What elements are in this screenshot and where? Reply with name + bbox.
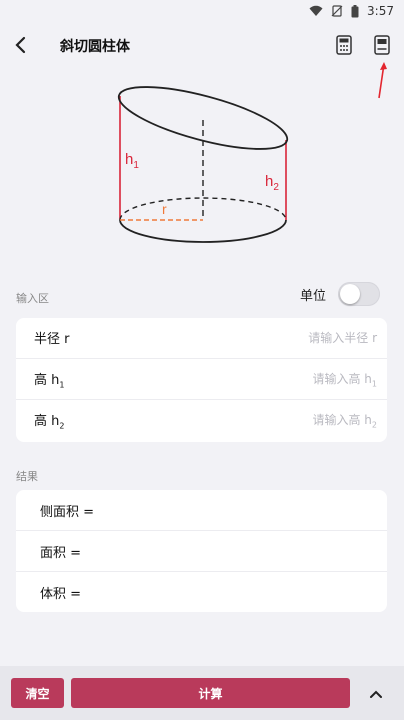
book-icon — [374, 35, 390, 55]
label-h1: h1 — [125, 151, 139, 171]
input-section-label: 输入区 — [16, 292, 49, 305]
lateral-area-row: 侧面积 = — [16, 490, 387, 531]
page-title: 斜切圆柱体 — [60, 39, 130, 55]
unit-switch-row: 单位 — [300, 282, 381, 306]
volume-label: 体积 = — [40, 587, 82, 602]
height2-label: 高 h2 — [34, 414, 65, 431]
clear-button[interactable]: 清空 — [11, 678, 64, 708]
volume-row: 体积 = — [16, 572, 387, 613]
label-r: r — [162, 201, 167, 217]
back-arrow-icon — [15, 36, 26, 54]
unit-label: 单位 — [300, 288, 327, 304]
lateral-area-label: 侧面积 = — [40, 504, 95, 520]
wifi-icon — [309, 5, 323, 16]
unit-toggle[interactable] — [338, 282, 381, 306]
no-sim-icon — [331, 5, 343, 17]
bottom-bar: 清空 计算 — [0, 666, 404, 720]
radius-row[interactable]: 半径 r 请输入半径 r — [16, 318, 387, 359]
height2-row[interactable]: 高 h2 请输入高 h2 — [16, 400, 387, 441]
app-bar: 斜切圆柱体 — [0, 22, 404, 68]
status-bar: 3:57 — [0, 0, 404, 22]
radius-input[interactable]: 请输入半径 r — [308, 329, 377, 347]
calculate-button[interactable]: 计算 — [71, 678, 350, 708]
height1-input[interactable]: 请输入高 h1 — [312, 370, 377, 388]
radius-label: 半径 r — [34, 331, 70, 347]
input-card: 半径 r 请输入半径 r 高 h1 请输入高 h1 高 h2 请输入高 h2 — [16, 318, 387, 442]
height1-label: 高 h1 — [34, 372, 65, 390]
back-button[interactable] — [10, 34, 30, 56]
area-label: 面积 = — [40, 545, 82, 561]
calculator-icon — [336, 35, 352, 55]
label-h2: h2 — [265, 173, 279, 193]
height1-row[interactable]: 高 h1 请输入高 h1 — [16, 359, 387, 400]
result-card: 侧面积 = 面积 = 体积 = — [16, 490, 387, 612]
height2-input[interactable]: 请输入高 h2 — [312, 411, 377, 429]
toggle-knob — [340, 284, 361, 304]
status-time: 3:57 — [367, 4, 394, 18]
area-row: 面积 = — [16, 531, 387, 572]
formula-book-button[interactable] — [372, 34, 392, 56]
cylinder-figure: h1 h2 r — [117, 86, 289, 243]
result-section-label: 结果 — [16, 470, 38, 483]
battery-icon — [351, 4, 359, 17]
expand-button[interactable] — [366, 684, 386, 704]
chevron-up-icon — [370, 690, 382, 698]
calculator-button[interactable] — [334, 34, 354, 56]
red-arrow-icon — [378, 62, 387, 99]
